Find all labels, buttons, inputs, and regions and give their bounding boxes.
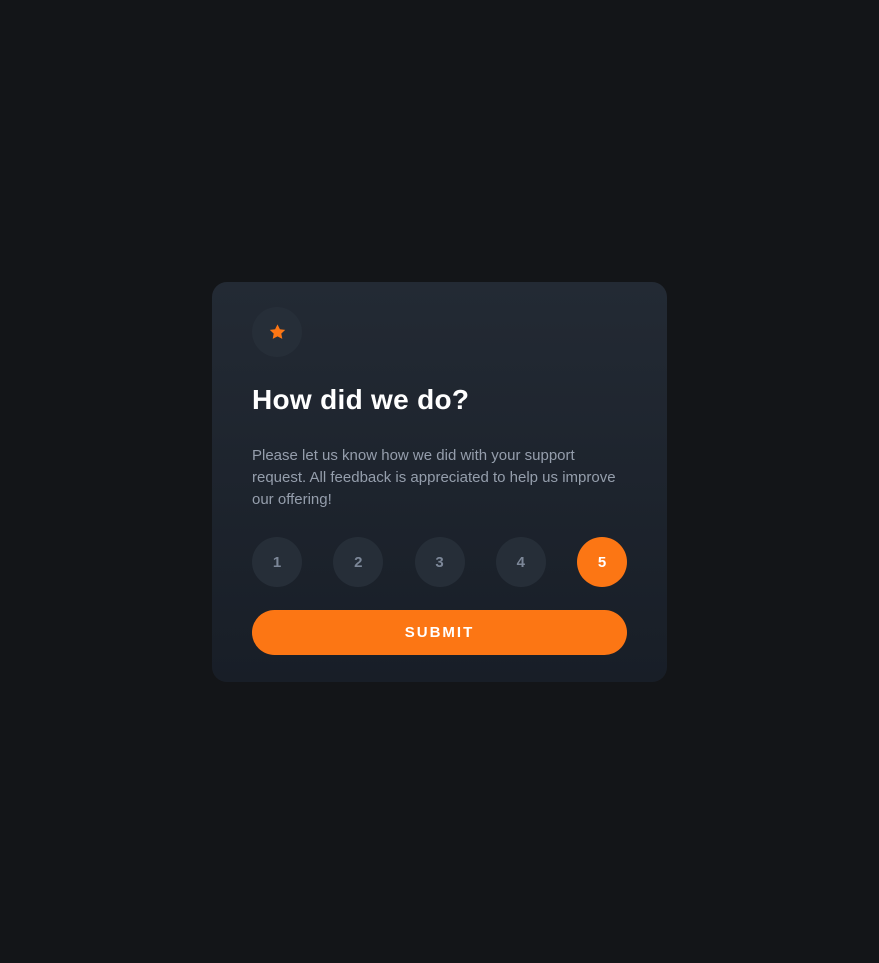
submit-button[interactable]: SUBMIT xyxy=(252,610,627,655)
card-description: Please let us know how we did with your … xyxy=(252,447,616,508)
card-title: How did we do? xyxy=(252,384,470,415)
rating-option-3[interactable]: 3 xyxy=(414,537,465,587)
rating-card: How did we do? Please let us know how we… xyxy=(212,282,667,682)
star-badge xyxy=(252,307,302,357)
rating-option-1[interactable]: 1 xyxy=(252,537,302,587)
rating-option-2[interactable]: 2 xyxy=(333,537,384,587)
star-icon xyxy=(269,324,285,339)
rating-option-4[interactable]: 4 xyxy=(495,537,546,587)
rating-options: 1 2 3 4 5 xyxy=(252,537,627,587)
rating-option-5[interactable]: 5 xyxy=(577,537,627,587)
